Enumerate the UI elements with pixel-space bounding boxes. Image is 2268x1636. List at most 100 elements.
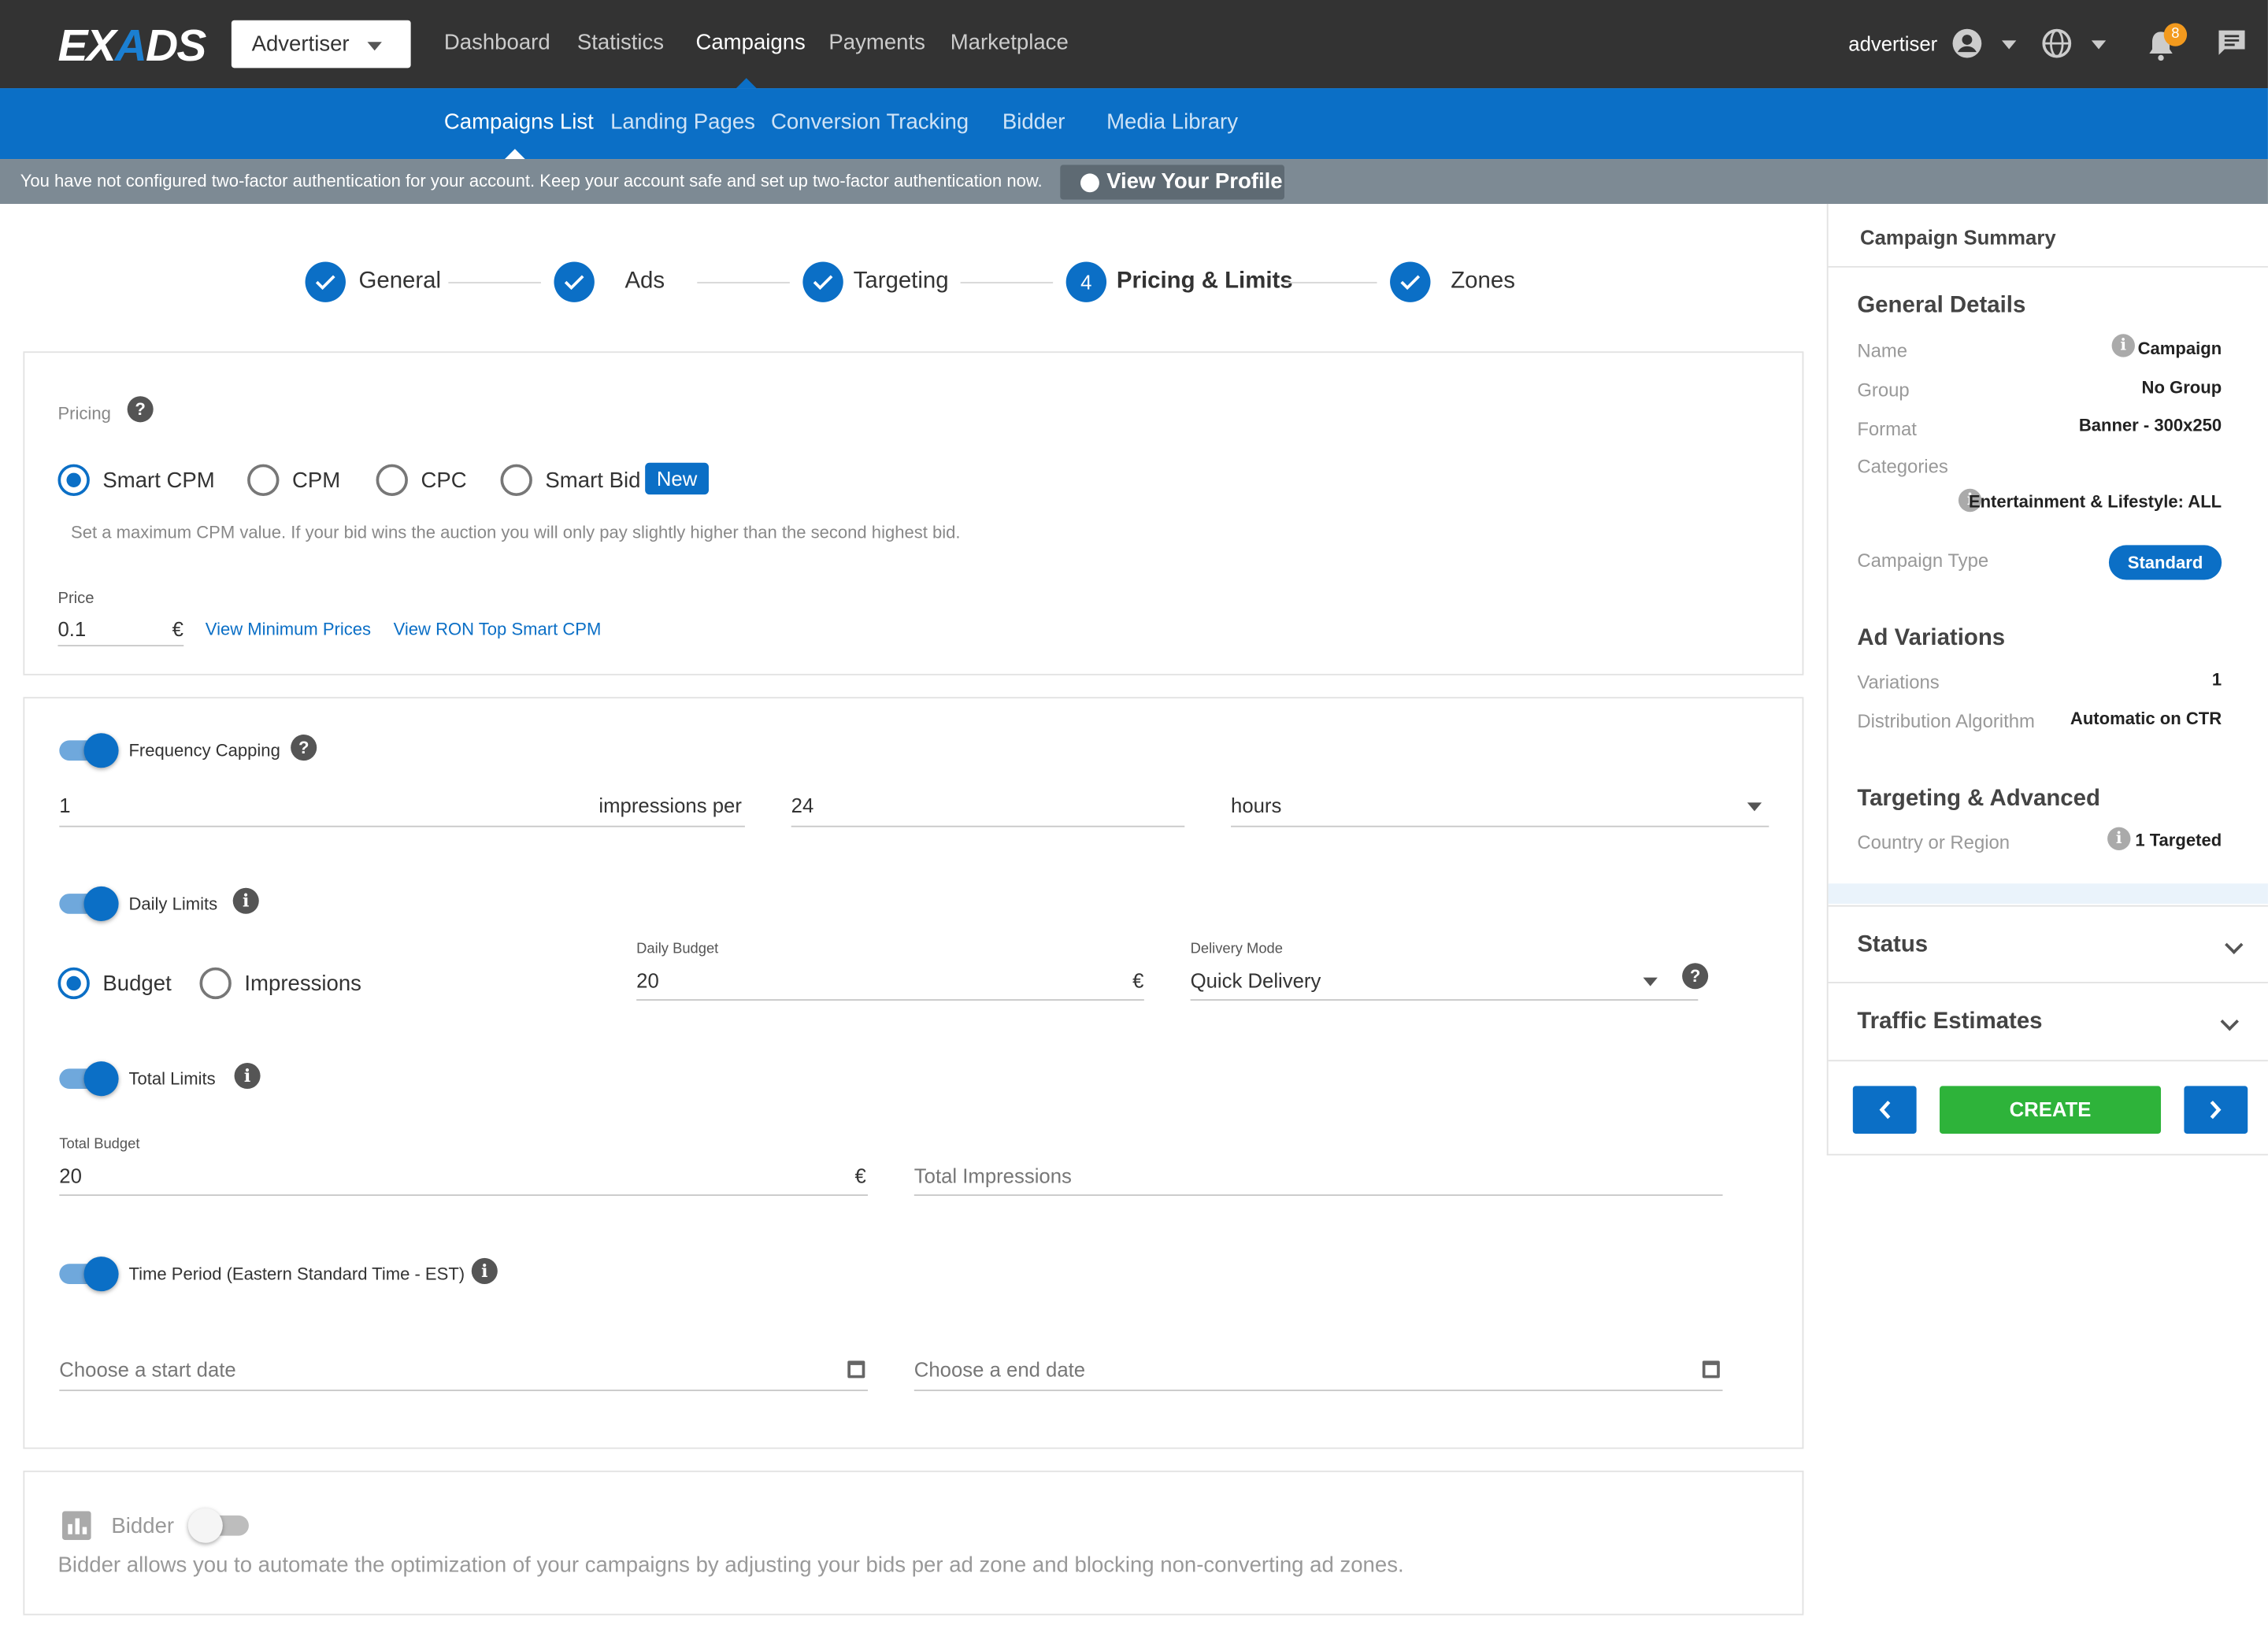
user-label[interactable]: advertiser [1848, 31, 1937, 54]
step-ads-check-icon[interactable] [554, 261, 595, 302]
daily-limits-toggle[interactable] [59, 886, 119, 921]
start-date-underline [59, 1390, 869, 1391]
radio-daily-budget[interactable] [57, 967, 90, 1000]
distribution-algorithm-value: Automatic on CTR [2070, 708, 2222, 729]
fc-impressions-input[interactable]: 1 [59, 794, 70, 816]
variations-value: 1 [2211, 669, 2222, 690]
role-select-value: Advertiser [251, 31, 350, 57]
radio-daily-impressions-label[interactable]: Impressions [244, 972, 361, 996]
subnav-landing-pages[interactable]: Landing Pages [610, 110, 755, 135]
delivery-mode-help-icon[interactable]: ? [1682, 963, 1709, 990]
radio-daily-budget-label[interactable]: Budget [102, 972, 171, 996]
name-info-icon[interactable]: i [2111, 334, 2135, 357]
start-date-calendar-icon[interactable] [847, 1360, 865, 1379]
total-budget-input[interactable]: 20 [59, 1164, 82, 1187]
exads-logo[interactable]: EXADS [57, 20, 206, 72]
campaign-type-badge: Standard [2108, 545, 2222, 580]
radio-cpm-label[interactable]: CPM [292, 468, 340, 493]
language-chevron-down-icon[interactable] [2091, 40, 2107, 50]
previous-button[interactable] [1852, 1086, 1917, 1134]
role-select[interactable]: Advertiser [231, 20, 411, 68]
frequency-capping-help-icon[interactable]: ? [291, 735, 317, 761]
subnav-media-library[interactable]: Media Library [1106, 110, 1238, 135]
view-ron-top-smart-cpm-link[interactable]: View RON Top Smart CPM [394, 619, 602, 639]
summary-divider [1828, 883, 2268, 904]
step-pricing-label[interactable]: Pricing & Limits [1117, 269, 1293, 295]
status-accordion[interactable]: Status [1828, 905, 2268, 983]
view-profile-button[interactable]: View Your Profile [1060, 165, 1284, 200]
step-general-label[interactable]: General [359, 269, 442, 295]
total-limits-toggle[interactable] [59, 1061, 119, 1097]
end-date-input[interactable]: Choose a end date [914, 1358, 1085, 1381]
price-input[interactable]: 0.1 [57, 617, 86, 640]
radio-smart-bid-label[interactable]: Smart Bid [545, 468, 640, 493]
fc-unit-underline [1231, 825, 1770, 827]
time-period-info-icon[interactable]: i [471, 1257, 498, 1284]
fc-period-underline [791, 825, 1185, 827]
traffic-estimates-accordion[interactable]: Traffic Estimates [1828, 983, 2268, 1062]
radio-daily-impressions[interactable] [199, 967, 232, 1000]
view-minimum-prices-link[interactable]: View Minimum Prices [206, 619, 371, 639]
nav-campaigns[interactable]: Campaigns [695, 31, 805, 55]
radio-smart-bid[interactable] [500, 464, 532, 496]
radio-cpc[interactable] [376, 464, 408, 496]
total-limits-info-icon[interactable]: i [234, 1062, 261, 1090]
fc-impressions-per-label: impressions per [598, 794, 742, 817]
radio-smart-cpm-label[interactable]: Smart CPM [102, 468, 214, 493]
limits-card: Frequency Capping ? 1 impressions per 24… [23, 697, 1804, 1449]
status-label: Status [1857, 932, 1929, 957]
targeting-heading: Targeting & Advanced [1857, 787, 2100, 812]
total-impressions-input[interactable]: Total Impressions [914, 1164, 1072, 1187]
nav-payments[interactable]: Payments [828, 31, 925, 55]
period-unit-chevron-down-icon[interactable] [1747, 802, 1762, 812]
fc-period-unit-select[interactable]: hours [1231, 794, 1281, 816]
categories-value: Entertainment & Lifestyle: ALL [1968, 491, 2222, 513]
frequency-capping-toggle[interactable] [59, 733, 119, 768]
radio-smart-cpm[interactable] [57, 464, 90, 496]
radio-cpc-label[interactable]: CPC [421, 468, 466, 493]
subnav-bidder[interactable]: Bidder [1002, 110, 1065, 135]
total-budget-label: Total Budget [59, 1136, 140, 1153]
nav-statistics[interactable]: Statistics [577, 31, 664, 55]
radio-cpm[interactable] [247, 464, 280, 496]
top-navbar: EXADS Advertiser Dashboard Statistics Ca… [0, 0, 2268, 89]
step-ads-label[interactable]: Ads [624, 269, 665, 295]
create-button[interactable]: CREATE [1940, 1086, 2162, 1134]
account-chevron-down-icon[interactable] [2001, 40, 2017, 50]
notification-count-badge: 8 [2163, 23, 2188, 46]
delivery-mode-select[interactable]: Quick Delivery [1191, 969, 1321, 992]
step-targeting-label[interactable]: Targeting [854, 269, 949, 295]
account-icon[interactable] [1951, 28, 1983, 59]
chat-icon[interactable] [2216, 28, 2248, 59]
globe-icon[interactable] [2041, 28, 2073, 59]
price-currency: € [172, 617, 183, 641]
bidder-toggle[interactable] [187, 1508, 249, 1543]
pricing-help-icon[interactable]: ? [127, 396, 154, 423]
daily-budget-currency: € [1132, 968, 1144, 992]
delivery-mode-chevron-down-icon[interactable] [1643, 977, 1658, 986]
nav-marketplace[interactable]: Marketplace [951, 31, 1069, 55]
next-button[interactable] [2184, 1086, 2248, 1134]
end-date-calendar-icon[interactable] [1702, 1360, 1720, 1379]
active-nav-pointer [736, 78, 757, 89]
daily-budget-input[interactable]: 20 [636, 969, 659, 992]
step-zones-label[interactable]: Zones [1451, 269, 1515, 295]
step-general-check-icon[interactable] [305, 261, 346, 302]
subnav-conversion-tracking[interactable]: Conversion Tracking [771, 110, 969, 135]
step-targeting-check-icon[interactable] [802, 261, 843, 302]
step-pricing-number[interactable]: 4 [1065, 261, 1107, 302]
start-date-input[interactable]: Choose a start date [59, 1358, 235, 1381]
subnav-campaigns-list[interactable]: Campaigns List [444, 110, 594, 135]
step-connector [448, 282, 541, 283]
country-info-icon[interactable]: i [2107, 827, 2131, 850]
daily-budget-label: Daily Budget [636, 941, 719, 957]
nav-dashboard[interactable]: Dashboard [444, 31, 550, 55]
daily-limits-info-icon[interactable]: i [232, 887, 259, 914]
ad-variations-heading: Ad Variations [1857, 626, 2006, 651]
group-value: No Group [2141, 377, 2222, 398]
step-zones-check-icon[interactable] [1390, 261, 1431, 302]
step-connector [697, 282, 790, 283]
view-profile-label: View Your Profile [1106, 168, 1283, 194]
fc-period-input[interactable]: 24 [791, 794, 814, 816]
time-period-toggle[interactable] [59, 1257, 119, 1292]
